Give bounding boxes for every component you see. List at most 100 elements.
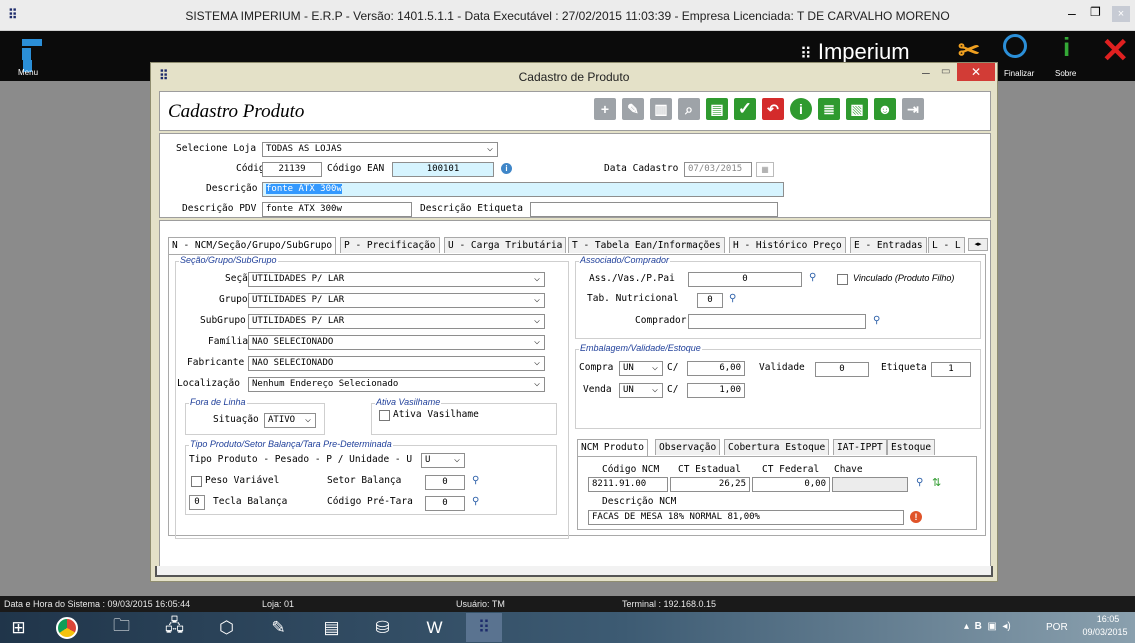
compra-unit-select[interactable]: UN	[619, 361, 663, 376]
exit-button[interactable]: ⇥	[902, 98, 924, 120]
ean-info-icon[interactable]: i	[501, 163, 512, 174]
subtab-cobertura-estoque[interactable]: Cobertura Estoque	[724, 439, 830, 455]
confirm-button[interactable]: ✓	[734, 98, 756, 120]
add-button[interactable]: +	[594, 98, 616, 120]
report-search-button[interactable]: ≣	[818, 98, 840, 120]
package-icon[interactable]: ⬡	[212, 613, 241, 642]
menu-label[interactable]: Menu	[18, 68, 38, 77]
ass-vas-field[interactable]: 0	[688, 272, 802, 287]
subtab-observacao[interactable]: Observação	[655, 439, 721, 455]
chave-field[interactable]	[832, 477, 908, 492]
descricao-ncm-field[interactable]: FACAS DE MESA 18% NORMAL 81,00%	[588, 510, 904, 525]
setor-balanca-field[interactable]: 0	[425, 475, 465, 490]
ct-federal-field[interactable]: 0,00	[752, 477, 830, 492]
drive-icon[interactable]: ⛁	[368, 613, 397, 642]
subtab-ncm-produto[interactable]: NCM Produto	[577, 439, 648, 456]
comprador-field[interactable]	[688, 314, 866, 329]
document-button[interactable]: ▤	[706, 98, 728, 120]
validade-field[interactable]: 0	[815, 362, 869, 377]
tray-language[interactable]: POR	[1046, 622, 1068, 633]
grupo-select[interactable]: UTILIDADES P/ LAR	[248, 293, 545, 308]
window-maximize-icon[interactable]: ▭	[941, 66, 950, 77]
pre-tara-search-icon[interactable]: ⚲	[472, 496, 479, 507]
windows-start-icon[interactable]: ⊞	[4, 613, 33, 642]
tab-ncm[interactable]: N - NCM/Seção/Grupo/SubGrupo	[168, 237, 337, 254]
codigo-field[interactable]: 21139	[262, 162, 322, 177]
tab-entradas[interactable]: E - Entradas	[850, 237, 927, 253]
finalizar-label[interactable]: Finalizar	[1004, 69, 1034, 78]
menu-icon[interactable]	[22, 39, 42, 72]
familia-select[interactable]: NAO SELECIONADO	[248, 335, 545, 350]
exit-app-icon[interactable]: ✕	[1101, 31, 1130, 71]
pre-tara-field[interactable]: 0	[425, 496, 465, 511]
edit-button[interactable]: ✎	[622, 98, 644, 120]
loja-select[interactable]: TODAS AS LOJAS	[262, 142, 498, 157]
ct-estadual-field[interactable]: 26,25	[670, 477, 750, 492]
vasilhame-checkbox[interactable]	[379, 410, 390, 421]
tray-date[interactable]: 09/03/2015	[1076, 627, 1134, 637]
venda-qty-field[interactable]: 1,00	[687, 383, 745, 398]
descricao-field[interactable]: fonte ATX 300w	[262, 182, 784, 197]
tray-icons[interactable]: ▴ B ▣ ◂)	[964, 621, 1011, 632]
etiqueta-qty-field[interactable]: 1	[931, 362, 971, 377]
codigo-ncm-field[interactable]: 8211.91.00	[588, 477, 668, 492]
tab-nutricional-field[interactable]: 0	[697, 293, 723, 308]
calendar-icon[interactable]: ▦	[756, 162, 774, 177]
tab-tabela-ean[interactable]: T - Tabela Ean/Informações	[568, 237, 725, 253]
subtab-iat-ippt[interactable]: IAT-IPPT	[833, 439, 887, 455]
data-cadastro-field[interactable]: 07/03/2015	[684, 162, 752, 177]
validade-label: Validade	[759, 362, 805, 373]
venda-unit-select[interactable]: UN	[619, 383, 663, 398]
tab-nutricional-search-icon[interactable]: ⚲	[729, 293, 736, 304]
comprador-search-icon[interactable]: ⚲	[873, 315, 880, 326]
tipo-produto-select[interactable]: U	[421, 453, 465, 468]
tab-historico-preco[interactable]: H - Histórico Preço	[729, 237, 846, 253]
subgrupo-select[interactable]: UTILIDADES P/ LAR	[248, 314, 545, 329]
delete-button[interactable]: ▥	[650, 98, 672, 120]
situacao-select[interactable]: ATIVO	[264, 413, 316, 428]
info-button[interactable]: i	[790, 98, 812, 120]
undo-button[interactable]: ↶	[762, 98, 784, 120]
chart-app-icon[interactable]: ▤	[317, 613, 346, 642]
search-button[interactable]: ⌕	[678, 98, 700, 120]
setor-balanca-search-icon[interactable]: ⚲	[472, 475, 479, 486]
etiqueta-field[interactable]	[530, 202, 778, 217]
network-app-icon[interactable]: 🖧	[160, 613, 189, 642]
close-icon[interactable]: ×	[1112, 6, 1130, 22]
tecla-balanca-field[interactable]: 0	[189, 495, 205, 510]
sobre-label[interactable]: Sobre	[1055, 69, 1076, 78]
data-cadastro-label: Data Cadastro	[604, 163, 679, 174]
tab-l[interactable]: L - L	[928, 237, 965, 253]
pdv-field[interactable]: fonte ATX 300w	[262, 202, 412, 217]
secao-select[interactable]: UTILIDADES P/ LAR	[248, 272, 545, 287]
power-icon[interactable]	[1003, 34, 1027, 58]
minimize-icon[interactable]: –	[1068, 5, 1076, 21]
compra-qty-field[interactable]: 6,00	[687, 361, 745, 376]
file-explorer-icon[interactable]: 🗀	[107, 613, 136, 642]
tray-time[interactable]: 16:05	[1088, 614, 1128, 624]
localizacao-select[interactable]: Nenhum Endereço Selecionado	[248, 377, 545, 392]
ass-vas-search-icon[interactable]: ⚲	[809, 272, 816, 283]
user-button[interactable]: ☻	[874, 98, 896, 120]
tab-scroll-arrows-icon[interactable]: ◂▸	[968, 238, 988, 251]
chrome-icon[interactable]	[52, 613, 81, 642]
fabricante-select[interactable]: NAO SELECIONADO	[248, 356, 545, 371]
localizacao-label: Localização	[177, 378, 240, 389]
info-about-icon[interactable]: i	[1063, 32, 1070, 63]
window-close-icon[interactable]: ✕	[957, 63, 995, 81]
maximize-icon[interactable]: ❐	[1090, 5, 1101, 19]
imperium-taskbar-icon[interactable]: ⠿	[466, 613, 502, 642]
ean-field[interactable]: 100101	[392, 162, 494, 177]
ncm-search-icon[interactable]: ⚲	[916, 477, 923, 488]
tab-carga-tributaria[interactable]: U - Carga Tributária	[444, 237, 567, 253]
word-icon[interactable]: W	[420, 613, 449, 642]
tab-precificacao[interactable]: P - Precificação	[340, 237, 440, 253]
peso-variavel-checkbox[interactable]	[191, 476, 202, 487]
subtab-estoque[interactable]: Estoque	[887, 439, 936, 455]
tools-app-icon[interactable]: ✎	[264, 613, 293, 642]
ncm-alert-icon[interactable]: !	[910, 511, 922, 523]
refresh-icon[interactable]: ⇅	[932, 476, 941, 489]
window-minimize-icon[interactable]: –	[922, 64, 930, 80]
report-button[interactable]: ▧	[846, 98, 868, 120]
vinculado-checkbox[interactable]	[837, 274, 848, 285]
